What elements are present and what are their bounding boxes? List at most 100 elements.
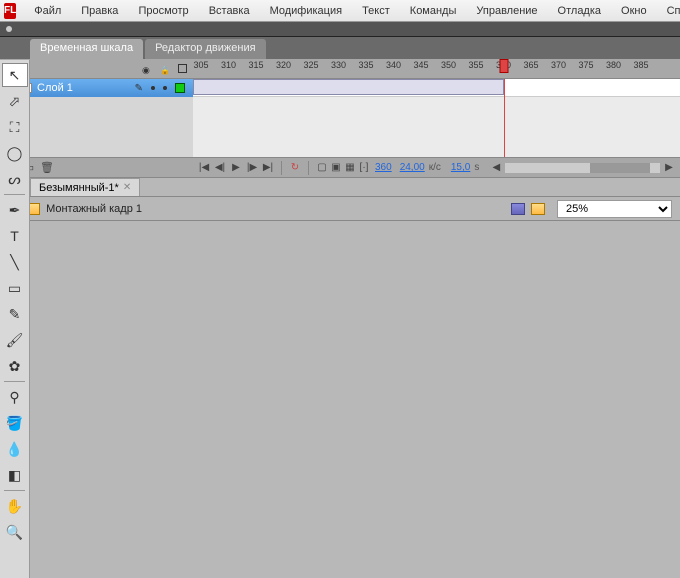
frame-ruler[interactable]: 3053103153203253303353403453503553603653…: [193, 59, 680, 78]
scene-name[interactable]: Монтажный кадр 1: [46, 203, 142, 215]
ruler-tick-label: 375: [578, 60, 593, 70]
tool-separator: [4, 490, 25, 491]
tab-motion-editor[interactable]: Редактор движения: [145, 39, 265, 59]
scroll-right-button[interactable]: ▶: [662, 161, 676, 175]
play-button[interactable]: ▶: [229, 161, 243, 175]
layer-name: Слой 1: [37, 82, 73, 94]
menu-help[interactable]: Справка: [657, 5, 680, 17]
layer-vis-dot[interactable]: [151, 86, 155, 90]
subselection-tool[interactable]: ⬀: [2, 89, 28, 113]
hand-tool[interactable]: ✋: [2, 494, 28, 518]
menu-modify[interactable]: Модификация: [260, 5, 353, 17]
ruler-tick-label: 380: [606, 60, 621, 70]
bone-tool[interactable]: ⚲: [2, 385, 28, 409]
tool-separator: [4, 194, 25, 195]
lock-icon[interactable]: [160, 64, 170, 74]
close-icon[interactable]: ✕: [123, 182, 131, 193]
current-frame-value[interactable]: 360: [375, 162, 392, 173]
deco-tool[interactable]: ✿: [2, 354, 28, 378]
layer-lock-dot[interactable]: [163, 86, 167, 90]
timeline-header: 3053103153203253303353403453503553603653…: [0, 59, 680, 79]
fps-unit: к/с: [429, 162, 441, 173]
onion-skin-outline-button[interactable]: ▣: [329, 161, 343, 175]
step-back-button[interactable]: ◀|: [213, 161, 227, 175]
menu-window[interactable]: Окно: [611, 5, 657, 17]
ruler-tick-label: 305: [193, 60, 208, 70]
frames-row-1[interactable]: [193, 79, 680, 97]
timeline-panel-tabs: Временная шкала Редактор движения: [0, 37, 680, 59]
outline-icon[interactable]: [178, 64, 187, 73]
paint-bucket-tool[interactable]: 🪣: [2, 411, 28, 435]
zoom-select[interactable]: 25%: [557, 200, 672, 218]
step-forward-button[interactable]: |▶: [245, 161, 259, 175]
ruler-tick-label: 325: [303, 60, 318, 70]
ruler-tick-label: 355: [468, 60, 483, 70]
separator: [308, 161, 309, 175]
ruler-tick-label: 365: [523, 60, 538, 70]
ruler-tick-label: 345: [413, 60, 428, 70]
ruler-tick-label: 350: [441, 60, 456, 70]
ruler-tick-label: 320: [276, 60, 291, 70]
edit-bar: ⇦ Монтажный кадр 1 25%: [0, 197, 680, 221]
visibility-icon[interactable]: [142, 64, 152, 74]
ruler-tick-label: 315: [248, 60, 263, 70]
document-tab-label: Безымянный-1*: [39, 182, 119, 194]
onion-skin-button[interactable]: ▢: [315, 161, 329, 175]
edit-symbol-icon[interactable]: [531, 203, 545, 215]
timeline-scrollbar[interactable]: [505, 163, 660, 173]
frame-span[interactable]: [193, 79, 504, 95]
menu-edit[interactable]: Правка: [71, 5, 128, 17]
edit-scene-icon[interactable]: [511, 203, 525, 215]
fps-value[interactable]: 24,00: [400, 162, 425, 173]
scroll-left-button[interactable]: ◀: [489, 161, 503, 175]
layer-color-swatch[interactable]: [175, 83, 185, 93]
ruler-tick-label: 340: [386, 60, 401, 70]
ruler-tick-label: 335: [358, 60, 373, 70]
grip-icon[interactable]: [6, 26, 12, 32]
playhead[interactable]: [499, 59, 508, 73]
3d-rotation-tool[interactable]: ◯: [2, 141, 28, 165]
rectangle-tool[interactable]: ▭: [2, 276, 28, 300]
pen-tool[interactable]: ✒: [2, 198, 28, 222]
menu-debug[interactable]: Отладка: [548, 5, 611, 17]
menu-view[interactable]: Просмотр: [128, 5, 198, 17]
menu-text[interactable]: Текст: [352, 5, 400, 17]
ruler-tick-label: 330: [331, 60, 346, 70]
menu-insert[interactable]: Вставка: [199, 5, 260, 17]
brush-tool[interactable]: 🖌: [2, 328, 28, 352]
toolbox: ↖ ⬀ ⛶ ◯ ᔕ ✒ T ╲ ▭ ✎ 🖌 ✿ ⚲ 🪣 💧 ◧ ✋ 🔍: [0, 60, 30, 578]
ruler-tick-label: 370: [551, 60, 566, 70]
workspace-bar: [0, 22, 680, 37]
marker-button[interactable]: [·]: [357, 161, 371, 175]
edit-multiple-button[interactable]: ▦: [343, 161, 357, 175]
menu-commands[interactable]: Команды: [400, 5, 467, 17]
free-transform-tool[interactable]: ⛶: [2, 115, 28, 139]
line-tool[interactable]: ╲: [2, 250, 28, 274]
menu-file[interactable]: Файл: [24, 5, 71, 17]
scrollbar-thumb[interactable]: [590, 163, 650, 173]
elapsed-time-value[interactable]: 15,0: [451, 162, 470, 173]
menu-control[interactable]: Управление: [466, 5, 547, 17]
timeline-panel: 3053103153203253303353403453503553603653…: [0, 59, 680, 177]
tab-timeline[interactable]: Временная шкала: [30, 39, 143, 59]
document-tabs: Безымянный-1* ✕: [0, 177, 680, 197]
pencil-tool[interactable]: ✎: [2, 302, 28, 326]
goto-last-button[interactable]: ▶|: [261, 161, 275, 175]
eyedropper-tool[interactable]: 💧: [2, 437, 28, 461]
time-unit: s: [474, 162, 479, 173]
loop-button[interactable]: ↻: [288, 161, 302, 175]
text-tool[interactable]: T: [2, 224, 28, 248]
document-tab[interactable]: Безымянный-1* ✕: [30, 178, 140, 196]
playhead-line: [504, 79, 505, 157]
eraser-tool[interactable]: ◧: [2, 463, 28, 487]
delete-layer-button[interactable]: 🗑: [40, 161, 54, 175]
goto-first-button[interactable]: |◀: [197, 161, 211, 175]
app-logo: FL: [4, 3, 16, 19]
selection-tool[interactable]: ↖: [2, 63, 28, 87]
frames-area[interactable]: [193, 79, 680, 157]
frames-empty-area: [193, 97, 680, 157]
separator: [281, 161, 282, 175]
timeline-body: Слой 1: [0, 79, 680, 157]
zoom-tool[interactable]: 🔍: [2, 520, 28, 544]
lasso-tool[interactable]: ᔕ: [2, 167, 28, 191]
